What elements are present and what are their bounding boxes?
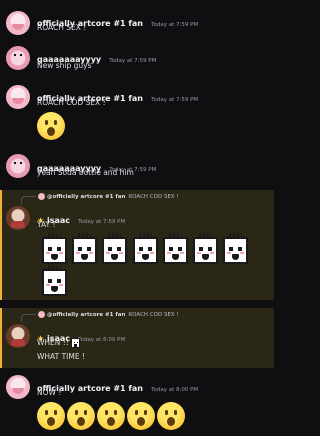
ghost-blush-emoji[interactable]	[42, 265, 67, 296]
reply-connector	[21, 196, 36, 204]
message: gaaaaaaayyyy Today at 7:59 PM yeah Soda …	[0, 152, 274, 182]
message: gaaaaaaayyyy Today at 7:59 PM New ship g…	[0, 43, 274, 73]
timestamp: Today at 7:59 PM	[151, 97, 199, 103]
message-text: WHEN !!	[37, 338, 80, 348]
message: officially artcore #1 fan Today at 7:59 …	[0, 82, 274, 144]
message: officially artcore #1 fan Today at 8:00 …	[0, 372, 274, 436]
avatar[interactable]	[6, 154, 30, 178]
message: officially artcore #1 fan Today at 7:59 …	[0, 8, 274, 38]
ghost-blush-emoji[interactable]	[193, 233, 218, 264]
reply-connector	[21, 314, 36, 322]
ghost-blush-emoji[interactable]	[102, 233, 127, 264]
ghost-blush-emoji[interactable]	[70, 338, 80, 348]
avatar[interactable]	[6, 11, 30, 35]
astonished-face-emoji[interactable]	[157, 402, 185, 430]
timestamp: Today at 8:00 PM	[151, 387, 199, 393]
reply-author: @officially artcore #1 fan	[47, 312, 126, 318]
reply-preview[interactable]: @officially artcore #1 fan ROACH COD SEX …	[38, 193, 179, 200]
avatar[interactable]	[6, 206, 30, 230]
ghost-blush-emoji[interactable]	[133, 233, 158, 264]
astonished-face-emoji[interactable]	[67, 402, 95, 430]
avatar[interactable]	[6, 375, 30, 399]
astonished-face-emoji[interactable]	[37, 112, 65, 140]
reply-avatar	[38, 193, 45, 200]
timestamp: Today at 8:00 PM	[78, 337, 126, 343]
message-text: New ship guys	[37, 61, 92, 70]
message-mention-highlight: @officially artcore #1 fan ROACH COD SEX …	[0, 308, 274, 368]
message-text: NOW !	[37, 388, 62, 397]
message-text: ROACH SEX !	[37, 23, 87, 32]
timestamp: Today at 7:59 PM	[151, 22, 199, 28]
reply-avatar	[38, 311, 45, 318]
astonished-face-emoji[interactable]	[97, 402, 125, 430]
message-text: ROACH COD SEX !	[37, 98, 106, 107]
avatar[interactable]	[6, 46, 30, 70]
reply-preview[interactable]: @officially artcore #1 fan ROACH COD SEX …	[38, 311, 179, 318]
ghost-blush-emoji[interactable]	[72, 233, 97, 264]
message-text: YAY !	[37, 220, 56, 229]
message-text: yeah Soda bottle and him	[37, 168, 134, 177]
timestamp: Today at 7:59 PM	[78, 219, 126, 225]
timestamp: Today at 7:59 PM	[109, 58, 157, 64]
reply-author: @officially artcore #1 fan	[47, 194, 126, 200]
message-mention-highlight: @officially artcore #1 fan ROACH COD SEX …	[0, 190, 274, 300]
avatar[interactable]	[6, 324, 30, 348]
message-text: WHAT TIME !	[37, 352, 85, 361]
ghost-blush-emoji[interactable]	[163, 233, 188, 264]
ghost-blush-emoji[interactable]	[42, 233, 67, 264]
reply-text: ROACH COD SEX !	[128, 194, 179, 200]
ghost-blush-emoji[interactable]	[223, 233, 248, 264]
astonished-face-emoji[interactable]	[37, 402, 65, 430]
reply-text: ROACH COD SEX !	[128, 312, 179, 318]
astonished-face-emoji[interactable]	[127, 402, 155, 430]
avatar[interactable]	[6, 85, 30, 109]
